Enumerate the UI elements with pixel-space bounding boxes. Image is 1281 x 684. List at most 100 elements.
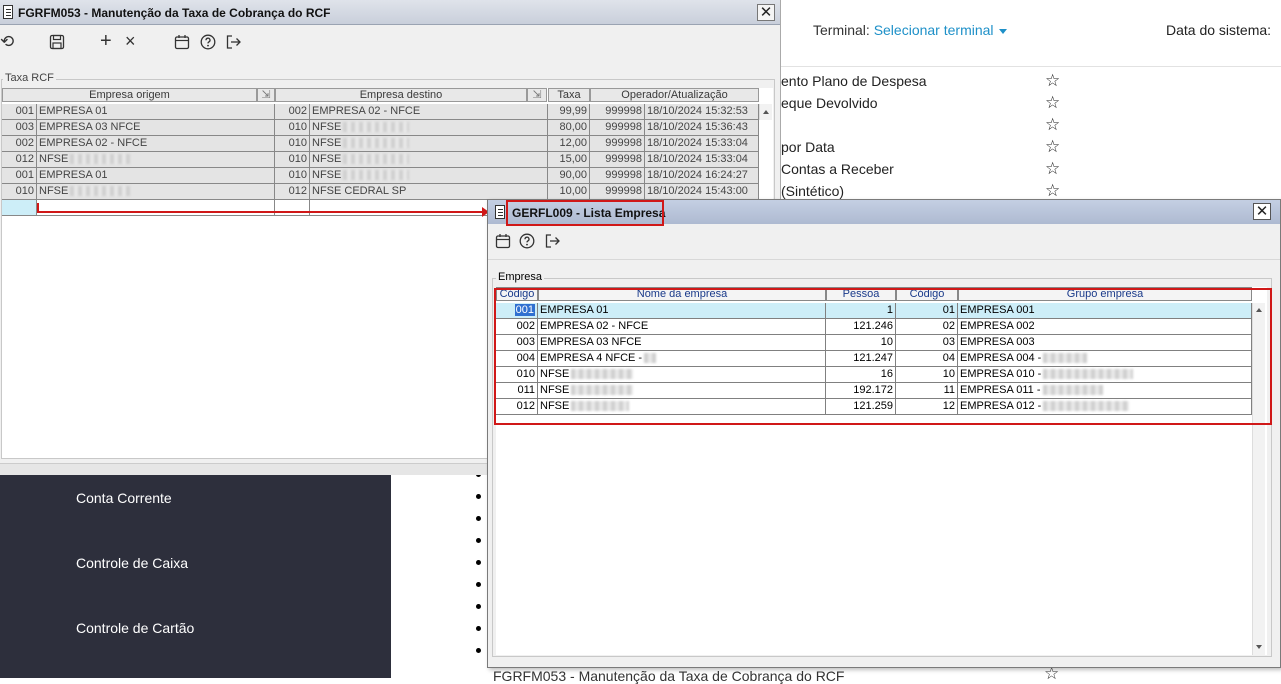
cell: EMPRESA 01 <box>37 104 275 120</box>
cell: 010 <box>2 184 37 200</box>
favorite-label: (Sintético) <box>781 183 845 199</box>
redacted-text <box>343 170 410 181</box>
favorite-item[interactable]: ento Plano de Despesa ☆ <box>781 72 1241 94</box>
toolbar: ⟲ + × <box>0 26 780 60</box>
sidebar-item-controle-cartao[interactable]: Controle de Cartão <box>76 620 194 636</box>
exit-icon[interactable] <box>544 233 561 253</box>
scroll-down-icon[interactable] <box>1256 645 1262 649</box>
favorite-item[interactable]: por Data ☆ <box>781 138 1241 160</box>
terminal-link[interactable]: Selecionar terminal <box>874 22 994 38</box>
cell: 10,00 <box>548 184 590 200</box>
redacted-text <box>70 154 131 165</box>
document-icon <box>3 5 13 19</box>
scroll-up-icon[interactable] <box>763 110 769 114</box>
cell: 999998 <box>590 120 645 136</box>
cell: 999998 <box>590 136 645 152</box>
help-icon[interactable] <box>519 233 535 253</box>
cell: 010 <box>275 136 310 152</box>
bullet <box>476 626 481 631</box>
bullet <box>476 560 481 565</box>
cell: 18/10/2024 15:33:04 <box>645 136 759 152</box>
cell: 001 <box>2 104 37 120</box>
cell: NFSE <box>310 120 548 136</box>
cell: 010 <box>275 152 310 168</box>
document-icon <box>495 205 505 219</box>
cell: EMPRESA 03 NFCE <box>37 120 275 136</box>
sidebar <box>0 475 391 678</box>
bullet <box>476 648 481 653</box>
cell: 002 <box>2 136 37 152</box>
cell: 15,00 <box>548 152 590 168</box>
help-icon[interactable] <box>200 34 216 54</box>
sidebar-item-controle-caixa[interactable]: Controle de Caixa <box>76 555 188 571</box>
cell: 010 <box>275 120 310 136</box>
bullet <box>476 538 481 543</box>
divider <box>488 259 1280 260</box>
cell: 002 <box>275 104 310 120</box>
window-title: FGRFM053 - Manutenção da Taxa de Cobranç… <box>18 6 331 20</box>
column-header[interactable]: Operador/Atualização <box>590 88 759 102</box>
star-icon[interactable]: ☆ <box>1045 116 1060 134</box>
star-icon[interactable]: ☆ <box>1045 182 1060 200</box>
system-date-label: Data do sistema: <box>1166 22 1272 38</box>
caret-down-icon <box>998 28 1007 34</box>
column-header[interactable]: Taxa <box>548 88 590 102</box>
star-icon[interactable]: ☆ <box>1045 94 1060 112</box>
save-icon[interactable] <box>49 34 65 54</box>
sort-icon[interactable]: ⇲ <box>257 88 275 102</box>
cell[interactable] <box>275 200 310 216</box>
favorite-item[interactable]: Contas a Receber ☆ <box>781 160 1241 182</box>
cell: 90,00 <box>548 168 590 184</box>
column-header[interactable]: Empresa origem <box>2 88 257 102</box>
cell[interactable] <box>37 200 275 216</box>
cell: 18/10/2024 15:32:53 <box>645 104 759 120</box>
divider <box>781 66 1281 67</box>
scrollbar[interactable] <box>759 104 772 120</box>
lista-empresa-window: GERFL009 - Lista Empresa ✕ Empresa Códig… <box>487 199 1281 668</box>
calendar-icon[interactable] <box>174 34 190 54</box>
bullet <box>476 604 481 609</box>
star-icon[interactable]: ☆ <box>1045 72 1060 90</box>
sidebar-item-conta-corrente[interactable]: Conta Corrente <box>76 490 172 506</box>
delete-icon[interactable]: × <box>125 32 136 50</box>
highlight-connector <box>37 211 486 213</box>
star-icon[interactable]: ☆ <box>1045 160 1060 178</box>
window-title-bar[interactable]: FGRFM053 - Manutenção da Taxa de Cobranç… <box>0 0 780 25</box>
favorite-item[interactable]: ☆ <box>781 116 1241 138</box>
star-icon[interactable]: ☆ <box>1045 138 1060 156</box>
add-icon[interactable]: + <box>100 31 112 51</box>
cell: 18/10/2024 15:33:04 <box>645 152 759 168</box>
bottom-menu-item[interactable]: FGRFM053 - Manutenção da Taxa de Cobranç… <box>493 668 844 684</box>
cell: 12,00 <box>548 136 590 152</box>
cell: 18/10/2024 15:43:00 <box>645 184 759 200</box>
refresh-icon[interactable]: ⟲ <box>0 33 14 50</box>
favorite-item[interactable]: eque Devolvido ☆ <box>781 94 1241 116</box>
cell: 999998 <box>590 184 645 200</box>
redacted-text <box>343 138 410 149</box>
calendar-icon[interactable] <box>495 233 511 253</box>
cell-text: NFSE <box>312 153 342 165</box>
terminal-selector[interactable]: Terminal: Selecionar terminal <box>813 22 1007 38</box>
cell-text: NFSE <box>312 121 342 133</box>
cell: EMPRESA 02 - NFCE <box>37 136 275 152</box>
column-header[interactable]: Empresa destino <box>275 88 527 102</box>
close-button[interactable]: ✕ <box>1253 203 1271 220</box>
sort-icon[interactable]: ⇲ <box>527 88 547 102</box>
close-button[interactable]: ✕ <box>757 4 775 21</box>
cell: 18/10/2024 16:24:27 <box>645 168 759 184</box>
cell: 012 <box>2 152 37 168</box>
cell: 18/10/2024 15:36:43 <box>645 120 759 136</box>
redacted-text <box>343 122 410 133</box>
cell: EMPRESA 01 <box>37 168 275 184</box>
redacted-text <box>343 154 410 165</box>
cell-text: NFSE <box>39 153 69 165</box>
bullet <box>476 582 481 587</box>
cell: 999998 <box>590 168 645 184</box>
terminal-label: Terminal: <box>813 22 870 38</box>
exit-icon[interactable] <box>225 34 242 54</box>
cell-text: NFSE <box>39 185 69 197</box>
cell: 999998 <box>590 152 645 168</box>
cell: NFSE <box>310 136 548 152</box>
title-highlight <box>506 200 664 226</box>
cell[interactable] <box>2 200 37 216</box>
